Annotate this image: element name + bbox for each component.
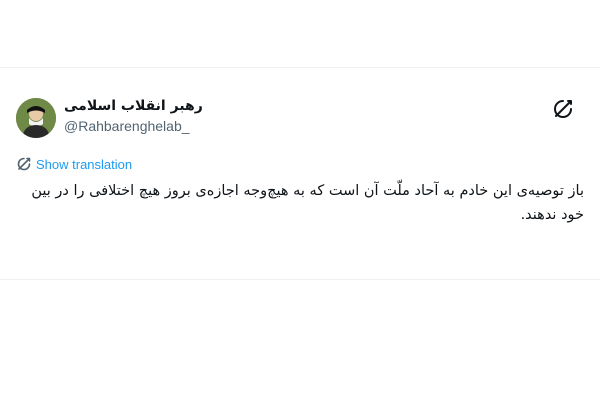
tweet-text: باز توصیه‌ی این خادم به آحاد ملّت آن است… <box>31 183 584 223</box>
translate-off-icon[interactable] <box>552 98 574 120</box>
author-handle[interactable]: @Rahbarenghelab_ <box>64 118 190 134</box>
avatar-image <box>16 98 56 138</box>
page: رهبر انقلاب اسلامی @Rahbarenghelab_ Show… <box>0 0 600 403</box>
translate-icon <box>17 157 31 171</box>
show-translation-label: Show translation <box>36 156 133 172</box>
tweet-card: رهبر انقلاب اسلامی @Rahbarenghelab_ Show… <box>0 67 600 280</box>
avatar[interactable] <box>16 98 56 138</box>
author-name[interactable]: رهبر انقلاب اسلامی <box>64 98 204 114</box>
show-translation-button[interactable]: Show translation <box>16 155 132 173</box>
